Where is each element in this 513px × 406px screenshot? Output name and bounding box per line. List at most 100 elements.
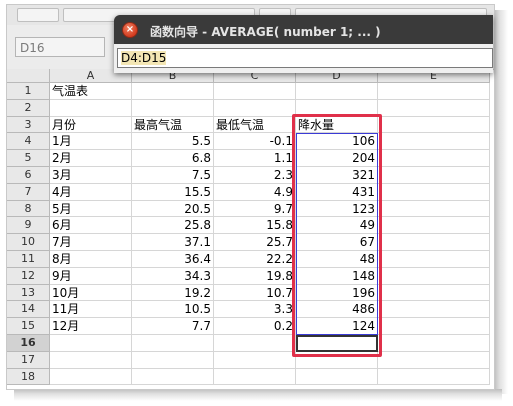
cell-a10[interactable]: 7月	[50, 234, 132, 251]
cell-e6[interactable]	[378, 167, 490, 184]
cell-a11[interactable]: 8月	[50, 251, 132, 268]
cell-b1[interactable]	[132, 83, 214, 100]
cell-c16[interactable]	[214, 335, 296, 352]
cell-c14[interactable]: 3.3	[214, 301, 296, 319]
cell-b4[interactable]: 5.5	[132, 133, 214, 151]
cell-c6[interactable]: 2.3	[214, 167, 296, 184]
cell-c9[interactable]: 15.8	[214, 217, 296, 235]
cell-b18[interactable]	[132, 368, 214, 386]
cell-b9[interactable]: 25.8	[132, 217, 214, 235]
cell-a15[interactable]: 12月	[50, 318, 132, 335]
cell-b12[interactable]: 34.3	[132, 267, 214, 285]
cell-b5[interactable]: 6.8	[132, 150, 214, 167]
cell-b2[interactable]	[132, 99, 214, 117]
cell-b6[interactable]: 7.5	[132, 167, 214, 184]
cell-e12[interactable]	[378, 267, 490, 285]
cell-c4[interactable]: -0.1	[214, 133, 296, 151]
row-header[interactable]: 1	[7, 83, 50, 100]
cell-b16[interactable]	[132, 335, 214, 352]
row-header[interactable]: 17	[7, 351, 50, 369]
row-header[interactable]: 8	[7, 200, 50, 218]
cell-a1[interactable]: 气温表	[50, 83, 132, 100]
cell-b10[interactable]: 37.1	[132, 234, 214, 251]
cell-a17[interactable]	[50, 351, 132, 369]
cell-e17[interactable]	[378, 351, 490, 369]
cell-c5[interactable]: 1.1	[214, 150, 296, 167]
close-icon[interactable]: ×	[122, 22, 138, 38]
cell-e7[interactable]	[378, 183, 490, 201]
cell-c17[interactable]	[214, 351, 296, 369]
cell-a7[interactable]: 4月	[50, 183, 132, 201]
cell-b14[interactable]: 10.5	[132, 301, 214, 319]
row-header[interactable]: 13	[7, 284, 50, 302]
cell-c10[interactable]: 25.7	[214, 234, 296, 251]
cell-b17[interactable]	[132, 351, 214, 369]
row-header[interactable]: 7	[7, 183, 50, 201]
cell-c1[interactable]	[214, 83, 296, 100]
name-box[interactable]: D16	[15, 37, 105, 57]
cell-a4[interactable]: 1月	[50, 133, 132, 151]
cell-b11[interactable]: 36.4	[132, 251, 214, 268]
cell-a6[interactable]: 3月	[50, 167, 132, 184]
cell-b7[interactable]: 15.5	[132, 183, 214, 201]
cell-a3[interactable]: 月份	[50, 116, 132, 134]
cell-e16[interactable]	[378, 335, 490, 352]
cell-c11[interactable]: 22.2	[214, 251, 296, 268]
cell-e4[interactable]	[378, 133, 490, 151]
row-header[interactable]: 18	[7, 368, 50, 386]
dialog-body: D4:D15	[114, 44, 493, 73]
cell-c15[interactable]: 0.2	[214, 318, 296, 335]
cell-b15[interactable]: 7.7	[132, 318, 214, 335]
row-header[interactable]: 14	[7, 301, 50, 319]
cell-e3[interactable]	[378, 116, 490, 134]
cell-e13[interactable]	[378, 284, 490, 302]
row-header[interactable]: 2	[7, 99, 50, 117]
cell-a12[interactable]: 9月	[50, 267, 132, 285]
cell-e1[interactable]	[378, 83, 490, 100]
cell-a5[interactable]: 2月	[50, 150, 132, 167]
cell-e5[interactable]	[378, 150, 490, 167]
cell-b3[interactable]: 最高气温	[132, 116, 214, 134]
cell-a14[interactable]: 11月	[50, 301, 132, 319]
cell-e15[interactable]	[378, 318, 490, 335]
cell-e11[interactable]	[378, 251, 490, 268]
row-header[interactable]: 10	[7, 234, 50, 251]
cell-c18[interactable]	[214, 368, 296, 386]
cell-c2[interactable]	[214, 99, 296, 117]
cell-a2[interactable]	[50, 99, 132, 117]
row-header[interactable]: 6	[7, 167, 50, 184]
toolbar-combo[interactable]	[17, 8, 59, 22]
window-shadow-bottom	[14, 389, 502, 401]
reference-input[interactable]: D4:D15	[117, 48, 493, 68]
cell-e9[interactable]	[378, 217, 490, 235]
row-header[interactable]: 12	[7, 267, 50, 285]
cell-a9[interactable]: 6月	[50, 217, 132, 235]
cell-a13[interactable]: 10月	[50, 284, 132, 302]
cell-e14[interactable]	[378, 301, 490, 319]
row-header[interactable]: 5	[7, 150, 50, 167]
cell-d18[interactable]	[296, 368, 378, 386]
cell-c3[interactable]: 最低气温	[214, 116, 296, 134]
row-header[interactable]: 15	[7, 318, 50, 335]
row-header[interactable]: 9	[7, 217, 50, 235]
window-shadow-right	[494, 10, 508, 394]
cell-d1[interactable]	[296, 83, 378, 100]
cell-e18[interactable]	[378, 368, 490, 386]
cell-e2[interactable]	[378, 99, 490, 117]
cell-b8[interactable]: 20.5	[132, 200, 214, 218]
cell-c8[interactable]: 9.7	[214, 200, 296, 218]
cell-e8[interactable]	[378, 200, 490, 218]
cell-a8[interactable]: 5月	[50, 200, 132, 218]
cell-c13[interactable]: 10.7	[214, 284, 296, 302]
row-header[interactable]: 16	[7, 335, 50, 352]
cell-e10[interactable]	[378, 234, 490, 251]
row-header[interactable]: 3	[7, 116, 50, 134]
corner-header[interactable]	[7, 69, 50, 83]
row-header[interactable]: 4	[7, 133, 50, 151]
row-header[interactable]: 11	[7, 251, 50, 268]
cell-a18[interactable]	[50, 368, 132, 386]
cell-c12[interactable]: 19.8	[214, 267, 296, 285]
cell-a16[interactable]	[50, 335, 132, 352]
cell-b13[interactable]: 19.2	[132, 284, 214, 302]
cell-c7[interactable]: 4.9	[214, 183, 296, 201]
